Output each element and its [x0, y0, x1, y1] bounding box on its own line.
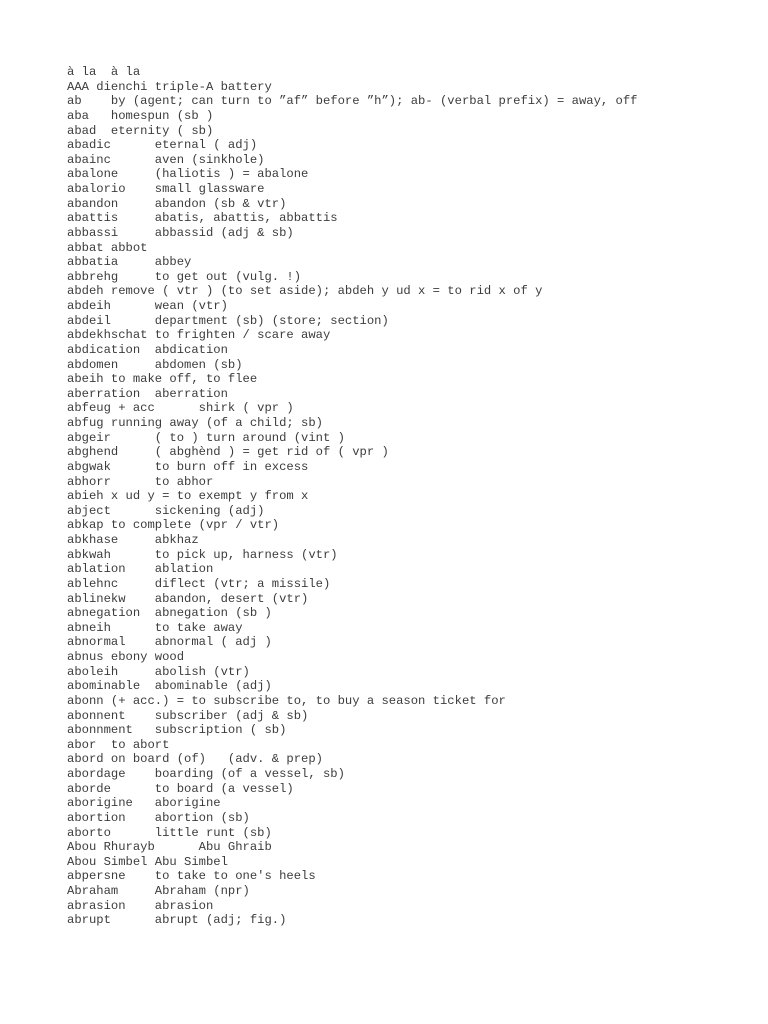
glossary-entry: abord on board (of) (adv. & prep) — [67, 752, 323, 767]
glossary-entry: ablinekw abandon, desert (vtr) — [67, 591, 309, 606]
glossary-entry: abpersne to take to one's heels — [67, 869, 316, 884]
glossary-entry: abbatia abbey — [67, 255, 192, 270]
glossary-entry: ablation ablation — [67, 562, 214, 577]
glossary-entry: AAA dienchi triple-A battery — [67, 79, 272, 94]
glossary-entry: aba homespun (sb ) — [67, 108, 214, 123]
glossary-entry: abieh x ud y = to exempt y from x — [67, 489, 309, 504]
glossary-entry: abominable abominable (adj) — [67, 679, 272, 694]
glossary-entry: abattis abatis, abattis, abbattis — [67, 211, 338, 226]
glossary-entry: aborde to board (a vessel) — [67, 781, 294, 796]
glossary-entry: abbat abbot — [67, 240, 148, 255]
glossary-entry: abject sickening (adj) — [67, 503, 265, 518]
glossary-entry: abdekhschat to frighten / scare away — [67, 328, 331, 343]
glossary-entry: abneih to take away — [67, 620, 243, 635]
glossary-entry: abbassi abbassid (adj & sb) — [67, 225, 294, 240]
glossary-entry: abordage boarding (of a vessel, sb) — [67, 767, 345, 781]
glossary-entry: Abou Rhurayb Abu Ghraib — [67, 840, 272, 855]
glossary-entry: abnus ebony wood — [67, 650, 185, 664]
glossary-entry: abdication abdication — [67, 342, 228, 357]
glossary-entry: abdomen abdomen (sb) — [67, 357, 243, 372]
glossary-entry: abkhase abkhaz — [67, 533, 199, 547]
glossary-entry: abdeh remove ( vtr ) (to set aside); abd… — [67, 284, 543, 299]
glossary-entry: abortion abortion (sb) — [67, 810, 250, 825]
glossary-entry: abainc aven (sinkhole) — [67, 152, 265, 167]
glossary-entry: ab by (agent; can turn to ”af” before ”h… — [67, 94, 638, 109]
glossary-entry: abrupt abrupt (adj; fig.) — [67, 913, 287, 928]
glossary-entry: abdeih wean (vtr) — [67, 299, 228, 313]
glossary-entry: abadic eternal ( adj) — [67, 138, 258, 153]
glossary-entry: Abou Simbel Abu Simbel — [67, 854, 228, 869]
glossary-entry: abonnment subscription ( sb) — [67, 723, 287, 738]
glossary-entry: abonn (+ acc.) = to subscribe to, to buy… — [67, 693, 506, 708]
glossary-entry: abgwak to burn off in excess — [67, 459, 309, 474]
glossary-entry: abkwah to pick up, harness (vtr) — [67, 547, 338, 562]
glossary-entry: abbrehg to get out (vulg. !) — [67, 269, 302, 284]
glossary-entry: aberration aberration — [67, 386, 228, 401]
glossary-entry: abnormal abnormal ( adj ) — [67, 635, 272, 650]
glossary-entry: abnegation abnegation (sb ) — [67, 606, 272, 621]
glossary-entry: abkap to complete (vpr / vtr) — [67, 518, 280, 533]
glossary-entry: abdeil department (sb) (store; section) — [67, 313, 389, 328]
glossary-entry: abfug running away (of a child; sb) — [67, 416, 323, 430]
document-page: à la à la AAA dienchi triple-A battery ab … — [0, 0, 768, 1024]
glossary-entry: abandon abandon (sb & vtr) — [67, 196, 287, 211]
glossary-entry: abonnent subscriber (adj & sb) — [67, 708, 309, 723]
glossary-entry: à la à la — [67, 65, 141, 79]
glossary-entry: abad eternity ( sb) — [67, 123, 214, 138]
glossary-entry: aboleih abolish (vtr) — [67, 664, 250, 679]
glossary-entry: abalone (haliotis ) = abalone — [67, 167, 309, 182]
glossary-entry-list: à la à la AAA dienchi triple-A battery ab … — [67, 65, 744, 928]
glossary-entry: abghend ( abghènd ) = get rid of ( vpr ) — [67, 445, 389, 460]
glossary-entry: abhorr to abhor — [67, 474, 214, 489]
glossary-entry: aborto little runt (sb) — [67, 825, 272, 840]
glossary-entry: abor to abort — [67, 737, 170, 752]
glossary-entry: abgeir ( to ) turn around (vint ) — [67, 430, 345, 445]
glossary-entry: ablehnc diflect (vtr; a missile) — [67, 576, 331, 591]
glossary-entry: abrasion abrasion — [67, 898, 214, 913]
glossary-entry: abeih to make off, to flee — [67, 372, 258, 387]
glossary-entry: Abraham Abraham (npr) — [67, 884, 250, 898]
glossary-entry: abalorio small glassware — [67, 182, 265, 196]
glossary-entry: abfeug + acc shirk ( vpr ) — [67, 401, 294, 416]
glossary-entry: aborigine aborigine — [67, 796, 221, 811]
